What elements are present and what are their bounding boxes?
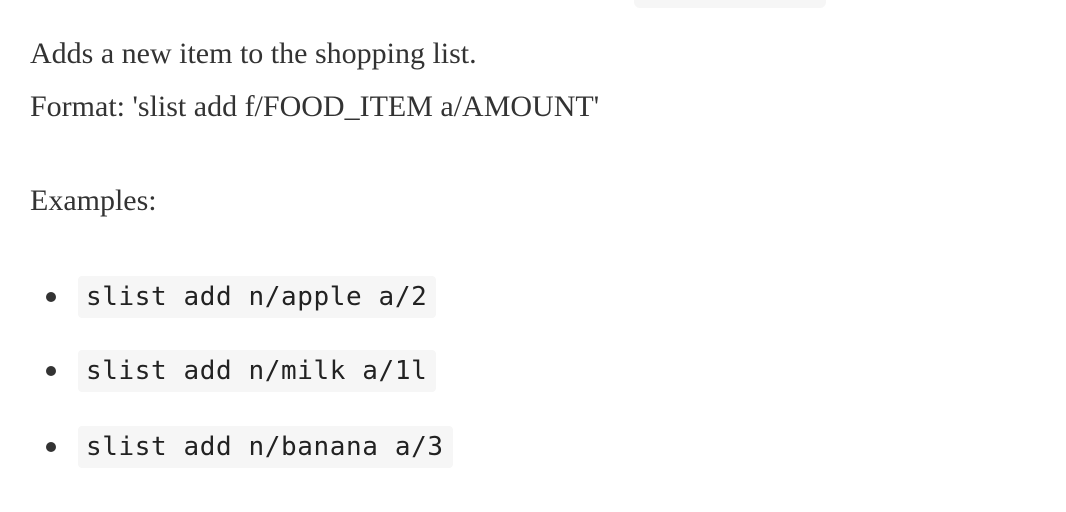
command-format: Format: 'slist add f/FOOD_ITEM a/AMOUNT' [30,90,600,123]
bullet-icon [46,366,56,376]
list-item: slist add n/milk a/1l [30,350,437,392]
examples-label: Examples: [30,184,157,217]
bullet-icon [46,442,56,452]
list-item: slist add n/banana a/3 [30,426,453,468]
example-code: slist add n/apple a/2 [78,276,437,318]
command-description: Adds a new item to the shopping list. [30,37,477,70]
section-heading-code-chip [634,0,826,8]
example-code: slist add n/milk a/1l [78,350,437,392]
bullet-icon [46,292,56,302]
section-heading-cropped [0,0,1066,10]
list-item: slist add n/apple a/2 [30,276,437,318]
example-code: slist add n/banana a/3 [78,426,453,468]
